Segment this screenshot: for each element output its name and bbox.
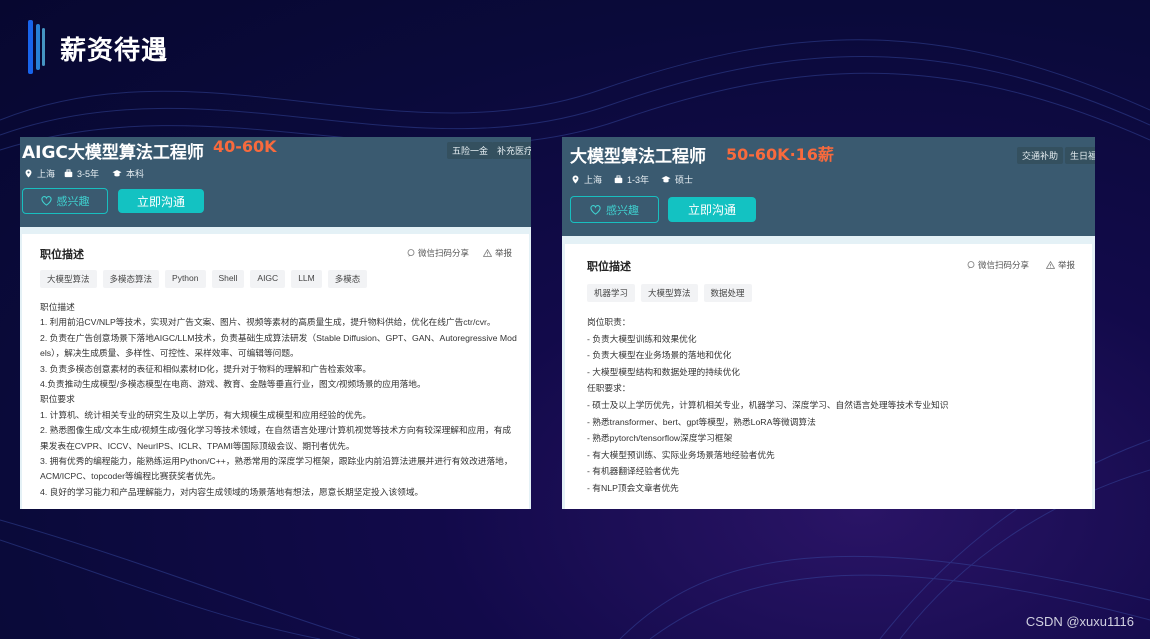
- interested-label: 感兴趣: [56, 196, 90, 208]
- perk-tag: 生日福: [1065, 147, 1095, 164]
- description-line: - 熟悉pytorch/tensorflow深度学习框架: [587, 433, 733, 444]
- job-education: 本科: [112, 167, 144, 180]
- job-title: AIGC大模型算法工程师: [22, 143, 204, 163]
- job-title: 大模型算法工程师: [570, 147, 706, 167]
- perk-tag: 五险一金: [447, 142, 494, 159]
- title-decoration-icon: [28, 20, 45, 74]
- description-line: - 熟悉transformer、bert、gpt等模型，熟悉LoRA等微调算法: [587, 416, 816, 427]
- section-title: 职位描述: [587, 261, 631, 273]
- perk-tag: 补充医疗保: [492, 142, 531, 159]
- chat-now-button[interactable]: 立即沟通: [668, 197, 756, 222]
- briefcase-icon: [614, 175, 623, 184]
- heart-icon: [590, 204, 601, 215]
- interested-button[interactable]: 感兴趣: [22, 188, 108, 214]
- job-description-text: 岗位职责： - 负责大模型训练和效果优化 - 负责大模型在业务场景的落地和优化 …: [587, 314, 949, 497]
- share-label: 微信扫码分享: [978, 260, 1030, 270]
- location-text: 上海: [37, 169, 56, 179]
- job-card-right: 大模型算法工程师 50-60K·16薪 交通补助 生日福 上海 1-3年 硕士 …: [562, 137, 1095, 509]
- skill-tags: 机器学习 大模型算法 数据处理: [587, 284, 752, 302]
- chat-now-button[interactable]: 立即沟通: [118, 189, 204, 213]
- description-line: 3. 负责多模态创意素材的表征和相似素材ID化，提升对于物料的理解和广告检索效率…: [40, 363, 372, 374]
- skill-tag[interactable]: Shell: [211, 270, 245, 288]
- description-line: 果发表在CVPR、ICCV、NeurIPS、ICLR、TPAMI等国际顶级会议、…: [40, 440, 355, 451]
- briefcase-icon: [64, 169, 73, 178]
- job-card-header: 大模型算法工程师 50-60K·16薪 交通补助 生日福 上海 1-3年 硕士 …: [562, 137, 1095, 236]
- skill-tag[interactable]: 大模型算法: [40, 270, 97, 288]
- skill-tag[interactable]: 多模态: [327, 270, 368, 288]
- interested-label: 感兴趣: [606, 204, 639, 217]
- report-label: 举报: [495, 248, 513, 258]
- interested-button[interactable]: 感兴趣: [570, 196, 659, 223]
- description-line: - 有NLP顶会文章者优先: [587, 482, 679, 493]
- wechat-share-link[interactable]: 微信扫码分享: [967, 259, 1029, 271]
- description-line: 2. 负责在广告创意场景下落地AIGC/LLM技术，负责基础生成算法研发（Sta…: [40, 332, 517, 343]
- skill-tag[interactable]: 多模态算法: [102, 270, 160, 288]
- skill-tag[interactable]: LLM: [291, 270, 322, 288]
- skill-tag[interactable]: 数据处理: [703, 284, 752, 302]
- warning-icon: [483, 249, 492, 257]
- slide-title: 薪资待遇: [60, 36, 169, 66]
- heart-icon: [40, 196, 52, 206]
- job-experience: 3-5年: [64, 167, 99, 180]
- skill-tags: 大模型算法 多模态算法 Python Shell AIGC LLM 多模态: [40, 270, 368, 288]
- description-line: 4.负责推动生成模型/多模态模型在电商、游戏、教育、金融等垂直行业，图文/视频场…: [40, 379, 426, 390]
- share-label: 微信扫码分享: [418, 248, 470, 258]
- report-link[interactable]: 举报: [1046, 259, 1075, 271]
- location-icon: [25, 169, 32, 178]
- description-line: 岗位职责：: [587, 317, 631, 327]
- salary: 50-60K·16薪: [726, 145, 834, 164]
- description-line: 4. 良好的学习能力和产品理解能力，对内容生成领域的场景落地有想法，愿意长期坚定…: [40, 486, 424, 497]
- description-line: - 硕士及以上学历优先，计算机相关专业，机器学习、深度学习、自然语言处理等技术专…: [587, 399, 949, 410]
- job-location: 上海: [571, 173, 602, 186]
- skill-tag[interactable]: Python: [165, 270, 206, 288]
- location-text: 上海: [584, 175, 603, 185]
- description-line: 1. 利用前沿CV/NLP等技术，实现对广告文案、图片、视频等素材的高质量生成，…: [40, 317, 496, 328]
- description-line: - 有大模型预训练、实际业务场景落地经验者优先: [587, 449, 775, 460]
- description-line: 职位描述: [40, 302, 75, 312]
- job-card-left: AIGC大模型算法工程师 40-60K 五险一金 补充医疗保 上海 3-5年 本…: [20, 137, 531, 509]
- description-line: 1. 计算机、统计相关专业的研究生及以上学历，有大规模生成模型和应用经验的优先。: [40, 409, 372, 420]
- description-line: - 大模型模型结构和数据处理的持续优化: [587, 366, 740, 377]
- education-text: 硕士: [675, 175, 694, 185]
- report-link[interactable]: 举报: [483, 247, 512, 259]
- description-line: 任职要求：: [587, 383, 631, 394]
- job-description-text: 职位描述 1. 利用前沿CV/NLP等技术，实现对广告文案、图片、视频等素材的高…: [40, 300, 517, 500]
- section-title: 职位描述: [40, 249, 84, 261]
- skill-tag[interactable]: 大模型算法: [641, 284, 698, 302]
- graduation-cap-icon: [112, 170, 122, 177]
- experience-text: 3-5年: [77, 169, 100, 179]
- job-location: 上海: [24, 167, 55, 180]
- description-line: 3. 拥有优秀的编程能力，能熟练运用Python/C++，熟悉常用的深度学习框架…: [40, 456, 513, 467]
- perk-tag: 交通补助: [1017, 147, 1064, 164]
- description-line: - 负责大模型训练和效果优化: [587, 333, 697, 344]
- job-card-header: AIGC大模型算法工程师 40-60K 五险一金 补充医疗保 上海 3-5年 本…: [20, 137, 531, 227]
- description-line: - 负责大模型在业务场景的落地和优化: [587, 350, 732, 361]
- salary: 40-60K: [213, 137, 277, 156]
- experience-text: 1-3年: [627, 175, 650, 185]
- chat-bubble-icon: [407, 249, 415, 257]
- chat-bubble-icon: [967, 261, 975, 269]
- skill-tag[interactable]: AIGC: [250, 270, 286, 288]
- education-text: 本科: [126, 169, 145, 179]
- description-line: - 有机器翻译经验者优先: [587, 466, 680, 477]
- wechat-share-link[interactable]: 微信扫码分享: [407, 247, 469, 259]
- description-line: 2. 熟悉图像生成/文本生成/视频生成/强化学习等技术领域，在自然语言处理/计算…: [40, 425, 512, 436]
- location-icon: [572, 175, 579, 184]
- description-line: 职位要求: [40, 394, 75, 405]
- graduation-cap-icon: [661, 176, 671, 183]
- skill-tag[interactable]: 机器学习: [587, 284, 636, 302]
- description-line: els），解决生成质量、多样性、可控性、采样效率、可编辑等问题。: [40, 348, 299, 359]
- job-experience: 1-3年: [614, 173, 649, 186]
- warning-icon: [1046, 261, 1055, 269]
- job-education: 硕士: [661, 173, 693, 186]
- watermark: CSDN @xuxu1116: [1025, 614, 1134, 629]
- job-description-panel: 职位描述 微信扫码分享 举报 机器学习 大模型算法 数据处理 岗位职责： - 负…: [565, 244, 1092, 509]
- job-description-panel: 职位描述 微信扫码分享 举报 大模型算法 多模态算法 Python Shell …: [22, 234, 529, 509]
- report-label: 举报: [1058, 260, 1076, 270]
- description-line: ACM/ICPC、topcoder等编程比赛获奖者优先。: [40, 471, 221, 482]
